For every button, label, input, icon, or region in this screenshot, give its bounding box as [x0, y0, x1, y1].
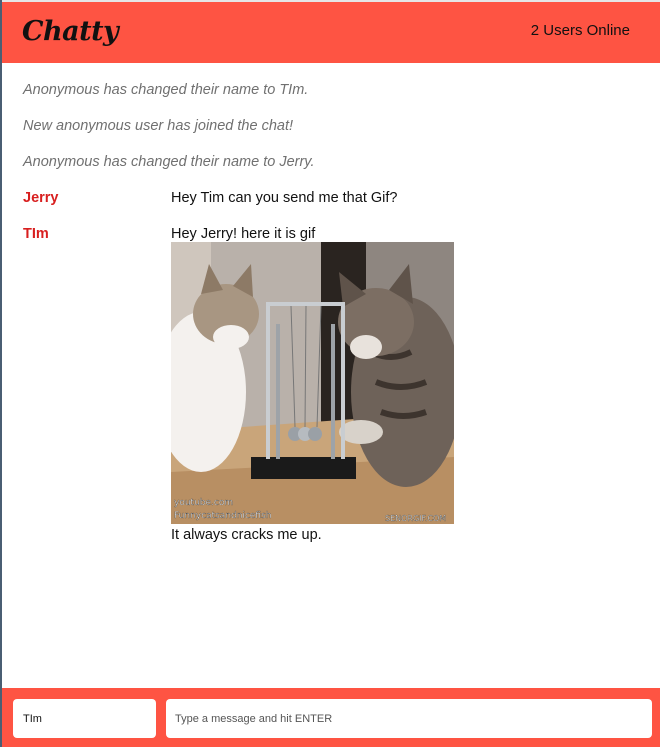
message-content: Hey Tim can you send me that Gif?	[171, 190, 398, 206]
brand-logo[interactable]: Chatty	[22, 16, 119, 47]
message-username: Jerry	[23, 190, 59, 206]
system-notification: New anonymous user has joined the chat!	[23, 118, 294, 134]
system-notification: Anonymous has changed their name to TIm.	[23, 82, 309, 98]
message-content: Hey Jerry! here it is gif	[171, 226, 316, 242]
users-online-count: 2 Users Online	[530, 22, 630, 39]
message-list[interactable]: Anonymous has changed their name to TIm.…	[2, 63, 660, 688]
message-content: It always cracks me up.	[171, 527, 322, 543]
message-gif-image: youtube.com Funnycatsandnicefish SENORGI…	[171, 242, 454, 524]
chat-app: Chatty 2 Users Online Anonymous has chan…	[0, 0, 660, 747]
gif-watermark-left-2: Funnycatsandnicefish	[174, 511, 272, 521]
chat-bar	[2, 688, 660, 747]
gif-watermark-left-1: youtube.com	[174, 498, 233, 508]
message-input[interactable]	[166, 699, 652, 738]
navbar: Chatty 2 Users Online	[2, 0, 660, 63]
message-username: TIm	[23, 226, 49, 242]
gif-watermark-right: SENORGIF.COM	[385, 514, 446, 523]
system-notification: Anonymous has changed their name to Jerr…	[23, 154, 315, 170]
username-input[interactable]	[13, 699, 156, 738]
